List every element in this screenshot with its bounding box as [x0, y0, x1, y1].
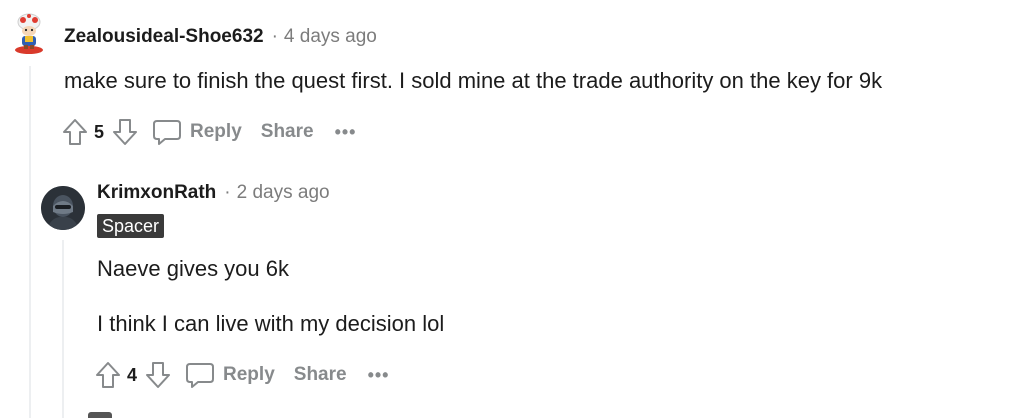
reply-button[interactable]: Reply	[185, 358, 275, 392]
comment-body-line: I think I can live with my decision lol	[97, 311, 445, 336]
upvote-button[interactable]	[58, 115, 92, 149]
downvote-button[interactable]	[141, 358, 175, 392]
comment-body: make sure to finish the quest first. I s…	[64, 68, 883, 93]
snoo-toad-avatar-icon	[15, 13, 43, 54]
more-options-button[interactable]: •••	[368, 358, 390, 392]
timestamp[interactable]: 2 days ago	[237, 182, 330, 204]
timestamp[interactable]: 4 days ago	[284, 26, 377, 48]
comment-meta: Zealousideal-Shoe632 · 4 days ago	[64, 26, 377, 48]
share-button[interactable]: Share	[261, 115, 314, 149]
thread-line-parent[interactable]	[29, 66, 31, 418]
reply-label: Reply	[190, 121, 242, 142]
username[interactable]: Zealousideal-Shoe632	[64, 26, 264, 48]
downvote-button[interactable]	[108, 115, 142, 149]
user-avatar[interactable]	[41, 186, 85, 230]
comment-thread: Zealousideal-Shoe632 · 4 days ago make s…	[0, 0, 1024, 418]
meta-separator: ·	[224, 182, 231, 203]
downvote-arrow-icon	[146, 362, 171, 388]
username[interactable]: KrimxonRath	[97, 182, 216, 204]
reply-button[interactable]: Reply	[152, 115, 242, 149]
vote-count: 4	[127, 364, 138, 385]
speech-bubble-icon	[186, 363, 215, 388]
comment-actions: 5 Reply Share •••	[58, 114, 356, 150]
upvote-arrow-icon	[63, 119, 87, 145]
downvote-arrow-icon	[113, 119, 138, 145]
more-options-button[interactable]: •••	[335, 115, 357, 149]
reply-label: Reply	[223, 364, 275, 385]
share-button[interactable]: Share	[294, 358, 347, 392]
next-comment-avatar-peek	[88, 412, 112, 418]
speech-bubble-icon	[153, 120, 182, 145]
dark-helmet-avatar-icon	[41, 186, 85, 230]
user-avatar[interactable]	[8, 12, 50, 56]
meta-separator: ·	[271, 26, 278, 47]
user-flair: Spacer	[97, 214, 165, 238]
comment-meta: KrimxonRath · 2 days ago	[97, 182, 330, 204]
upvote-button[interactable]	[91, 358, 125, 392]
comment-body-line: Naeve gives you 6k	[97, 256, 289, 281]
thread-line-child[interactable]	[62, 240, 64, 418]
vote-count: 5	[94, 121, 105, 142]
comment-actions: 4 Reply Share •••	[91, 357, 389, 393]
upvote-arrow-icon	[96, 362, 120, 388]
